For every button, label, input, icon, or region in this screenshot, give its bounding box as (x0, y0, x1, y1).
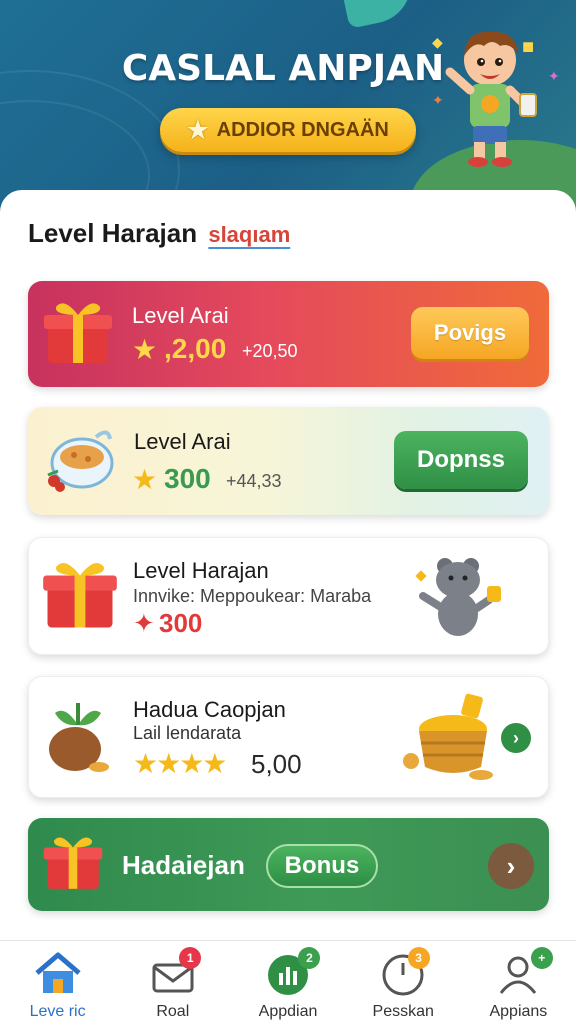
gift-box-icon (43, 837, 103, 889)
reward-card[interactable]: Level Arai ★ ,2,00 +20,50 Povigs (28, 281, 549, 387)
card-secondary-value: +44,33 (226, 471, 282, 491)
food-bowl-icon (47, 430, 114, 492)
card-value: 5,00 (251, 749, 302, 779)
reward-card[interactable]: Hadua Caopjan Lail lendarata ★★★★ 5,00 › (28, 676, 549, 798)
card-title: Hadua Caopjan (133, 697, 286, 722)
chevron-right-icon[interactable]: › (488, 843, 534, 889)
header-banner: CASLAL ANPJAN ★ ADDIOR DNGAÄN ◆ ■ ✦ ✦ (0, 0, 576, 215)
card-action-button[interactable]: Dopnss (394, 431, 528, 489)
card-title: Level Harajan (133, 558, 269, 583)
gift-box-icon (43, 562, 117, 628)
notification-badge: 2 (298, 947, 321, 969)
header-action-button[interactable]: ★ ADDIOR DNGAÄN (160, 108, 416, 152)
bear-mascot-icon (415, 558, 501, 636)
card-title: Level Arai (132, 303, 229, 328)
card-title: Level Arai (134, 429, 231, 454)
chevron-right-icon[interactable]: › (501, 723, 531, 753)
nav-item-home[interactable]: Leve ric (0, 941, 115, 1024)
sparkle-icon: ✦ (432, 92, 444, 108)
card-secondary-value: +20,50 (242, 341, 298, 361)
coin-basket-icon (403, 693, 493, 780)
reward-card[interactable]: Level Arai ★ 300 +44,33 Dopnss (28, 407, 549, 515)
card-subtitle: Lail lendarata (133, 723, 242, 743)
nav-item-mail[interactable]: 1 Roal (115, 941, 230, 1024)
card-value: 300 (159, 608, 203, 638)
nav-label: Appdian (258, 1003, 318, 1020)
section-title-text: Level Harajan (28, 218, 198, 248)
home-icon (34, 952, 81, 993)
nav-item-chart[interactable]: 2 Appdian (230, 941, 345, 1024)
nav-item-profile[interactable]: + Appians (461, 941, 576, 1024)
nav-label: Pesskan (372, 1003, 434, 1020)
notification-badge: 1 (179, 947, 202, 969)
reward-card[interactable]: Level Harajan Innvike: Meppoukear: Marab… (28, 537, 549, 655)
card-subtitle: Innvike: Meppoukear: Maraba (133, 586, 372, 606)
sparkle-icon: ◆ (432, 34, 443, 50)
bonus-button[interactable]: Bonus (266, 844, 378, 888)
coin-icon: ■ (522, 36, 535, 58)
star-icon: ★ (187, 116, 209, 144)
nav-label: Roal (156, 1003, 190, 1020)
section-subtitle: slaqıam (208, 222, 291, 247)
card-action-button[interactable]: Povigs (411, 307, 529, 359)
rating-stars-icon: ★★★★ (133, 748, 227, 779)
gift-box-icon (44, 303, 112, 363)
sparkle-icon: ✦ (548, 68, 560, 84)
plant-pot-icon (49, 703, 109, 772)
star-icon: ★ (132, 334, 158, 365)
bottom-navigation: Leve ric 1 Roal 2 Appdian 3 Pesskan + Ap… (0, 940, 576, 1024)
section-title: Level Harajan slaqıam (28, 218, 290, 249)
nav-label: Leve ric (29, 1003, 86, 1020)
card-title: Hadaiejan (122, 850, 245, 880)
notification-badge: 3 (407, 947, 430, 969)
nav-item-clock[interactable]: 3 Pesskan (346, 941, 461, 1024)
bonus-card[interactable]: Hadaiejan Bonus › (28, 818, 549, 911)
header-action-label: ADDIOR DNGAÄN (216, 118, 389, 141)
star-icon: ★ (132, 464, 158, 495)
decor-shape (341, 0, 419, 29)
card-value: ,2,00 (164, 333, 227, 364)
spark-icon: ✦ (133, 608, 155, 638)
card-value: 300 (164, 463, 211, 494)
notification-badge: + (530, 947, 553, 969)
nav-label: Appians (489, 1003, 548, 1020)
